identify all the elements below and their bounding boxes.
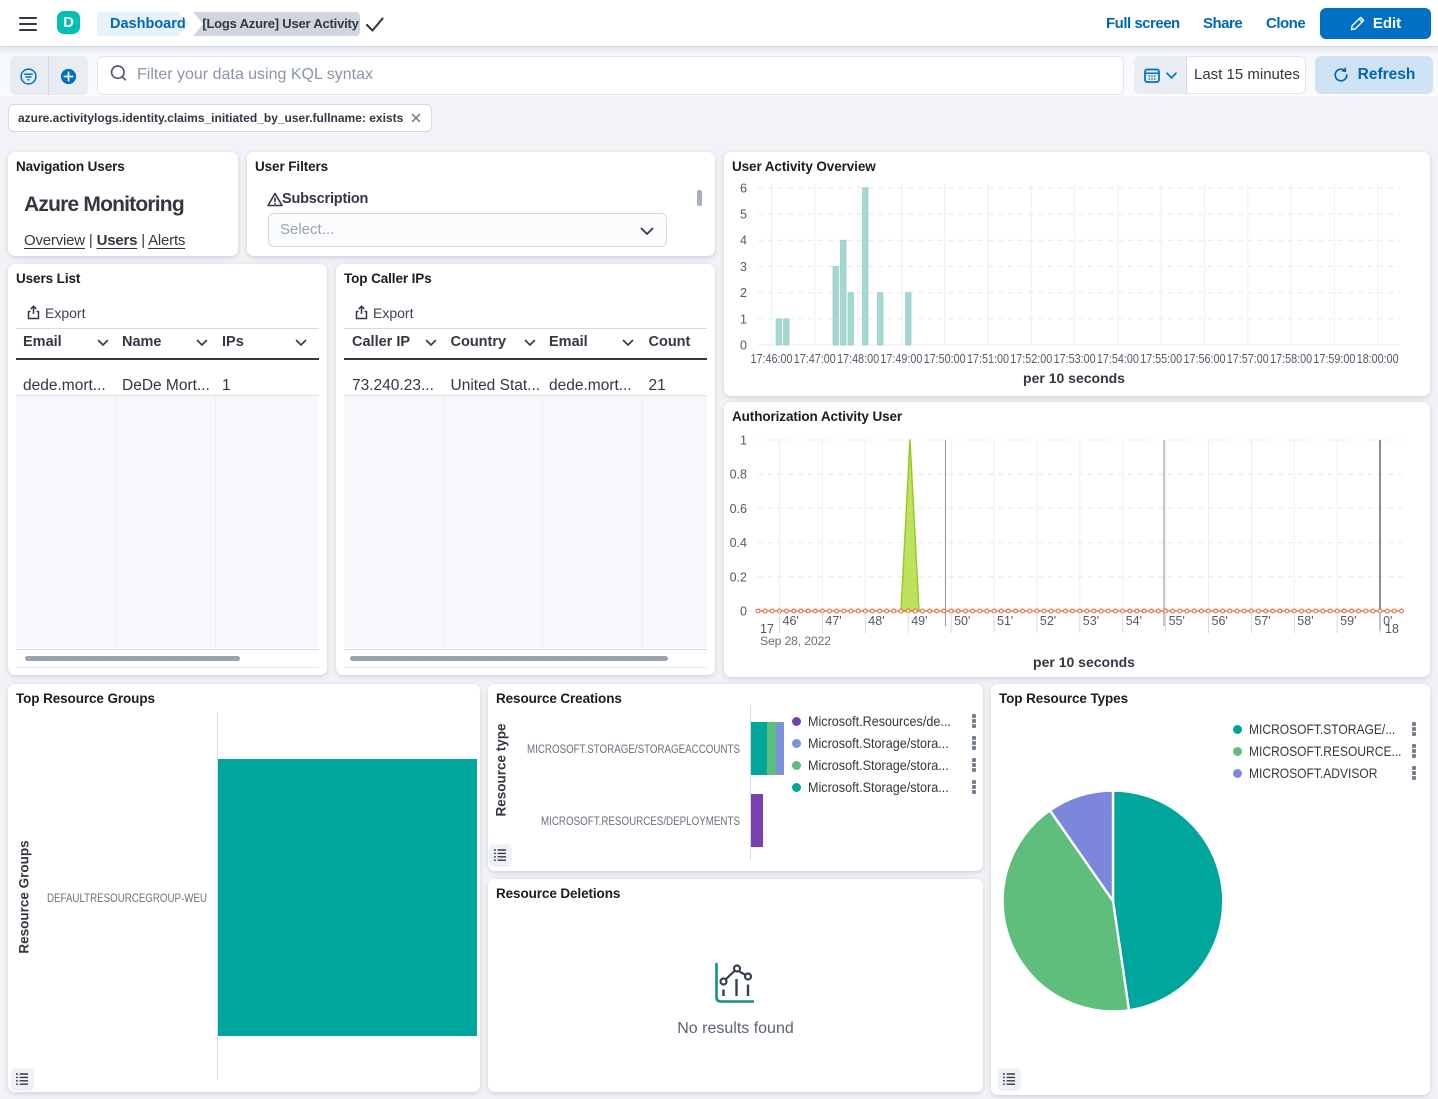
svg-text:5: 5 xyxy=(740,208,747,222)
svg-text:per 10 seconds: per 10 seconds xyxy=(1023,370,1125,386)
svg-text:6: 6 xyxy=(740,181,747,195)
svg-text:48': 48' xyxy=(868,614,884,628)
svg-text:17:50:00: 17:50:00 xyxy=(924,352,966,366)
svg-text:57': 57' xyxy=(1254,614,1270,628)
svg-text:17:53:00: 17:53:00 xyxy=(1054,352,1096,366)
svg-text:Sep 28, 2022: Sep 28, 2022 xyxy=(760,634,831,648)
svg-text:17:48:00: 17:48:00 xyxy=(837,352,879,366)
svg-text:2: 2 xyxy=(740,286,747,300)
svg-text:58': 58' xyxy=(1297,614,1313,628)
svg-text:17:51:00: 17:51:00 xyxy=(967,352,1009,366)
svg-text:56': 56' xyxy=(1212,614,1228,628)
svg-text:17:46:00: 17:46:00 xyxy=(751,352,793,366)
svg-text:17:47:00: 17:47:00 xyxy=(794,352,836,366)
svg-text:50': 50' xyxy=(954,614,970,628)
svg-text:1: 1 xyxy=(740,312,747,326)
svg-text:52': 52' xyxy=(1040,614,1056,628)
svg-text:18:00:00: 18:00:00 xyxy=(1357,352,1399,366)
svg-text:17:56:00: 17:56:00 xyxy=(1184,352,1226,366)
svg-text:3: 3 xyxy=(740,260,747,274)
svg-text:46': 46' xyxy=(783,614,799,628)
svg-text:49': 49' xyxy=(911,614,927,628)
svg-text:54': 54' xyxy=(1126,614,1142,628)
svg-text:17:49:00: 17:49:00 xyxy=(880,352,922,366)
svg-text:0.8: 0.8 xyxy=(730,468,747,482)
svg-text:17:57:00: 17:57:00 xyxy=(1227,352,1269,366)
svg-text:0.6: 0.6 xyxy=(730,502,747,516)
svg-text:per 10 seconds: per 10 seconds xyxy=(1033,654,1135,670)
svg-text:17:58:00: 17:58:00 xyxy=(1270,352,1312,366)
svg-text:55': 55' xyxy=(1169,614,1185,628)
svg-text:17:54:00: 17:54:00 xyxy=(1097,352,1139,366)
svg-text:MICROSOFT.RESOURCES/DEPLOYMENT: MICROSOFT.RESOURCES/DEPLOYMENTS xyxy=(541,814,740,828)
svg-text:18: 18 xyxy=(1385,622,1399,636)
svg-text:17:52:00: 17:52:00 xyxy=(1010,352,1052,366)
svg-text:47': 47' xyxy=(825,614,841,628)
svg-text:0.4: 0.4 xyxy=(730,536,747,550)
svg-text:4: 4 xyxy=(740,234,747,248)
svg-text:0: 0 xyxy=(740,339,747,353)
svg-text:59': 59' xyxy=(1340,614,1356,628)
svg-text:51': 51' xyxy=(997,614,1013,628)
svg-text:0.2: 0.2 xyxy=(730,570,747,584)
svg-text:17:55:00: 17:55:00 xyxy=(1140,352,1182,366)
svg-text:17:59:00: 17:59:00 xyxy=(1313,352,1355,366)
svg-text:1: 1 xyxy=(740,434,747,448)
svg-text:DEFAULTRESOURCEGROUP-WEU: DEFAULTRESOURCEGROUP-WEU xyxy=(47,891,207,905)
svg-text:MICROSOFT.STORAGE/STORAGEACCOU: MICROSOFT.STORAGE/STORAGEACCOUNTS xyxy=(527,742,740,756)
svg-text:0: 0 xyxy=(740,605,747,619)
svg-text:53': 53' xyxy=(1083,614,1099,628)
